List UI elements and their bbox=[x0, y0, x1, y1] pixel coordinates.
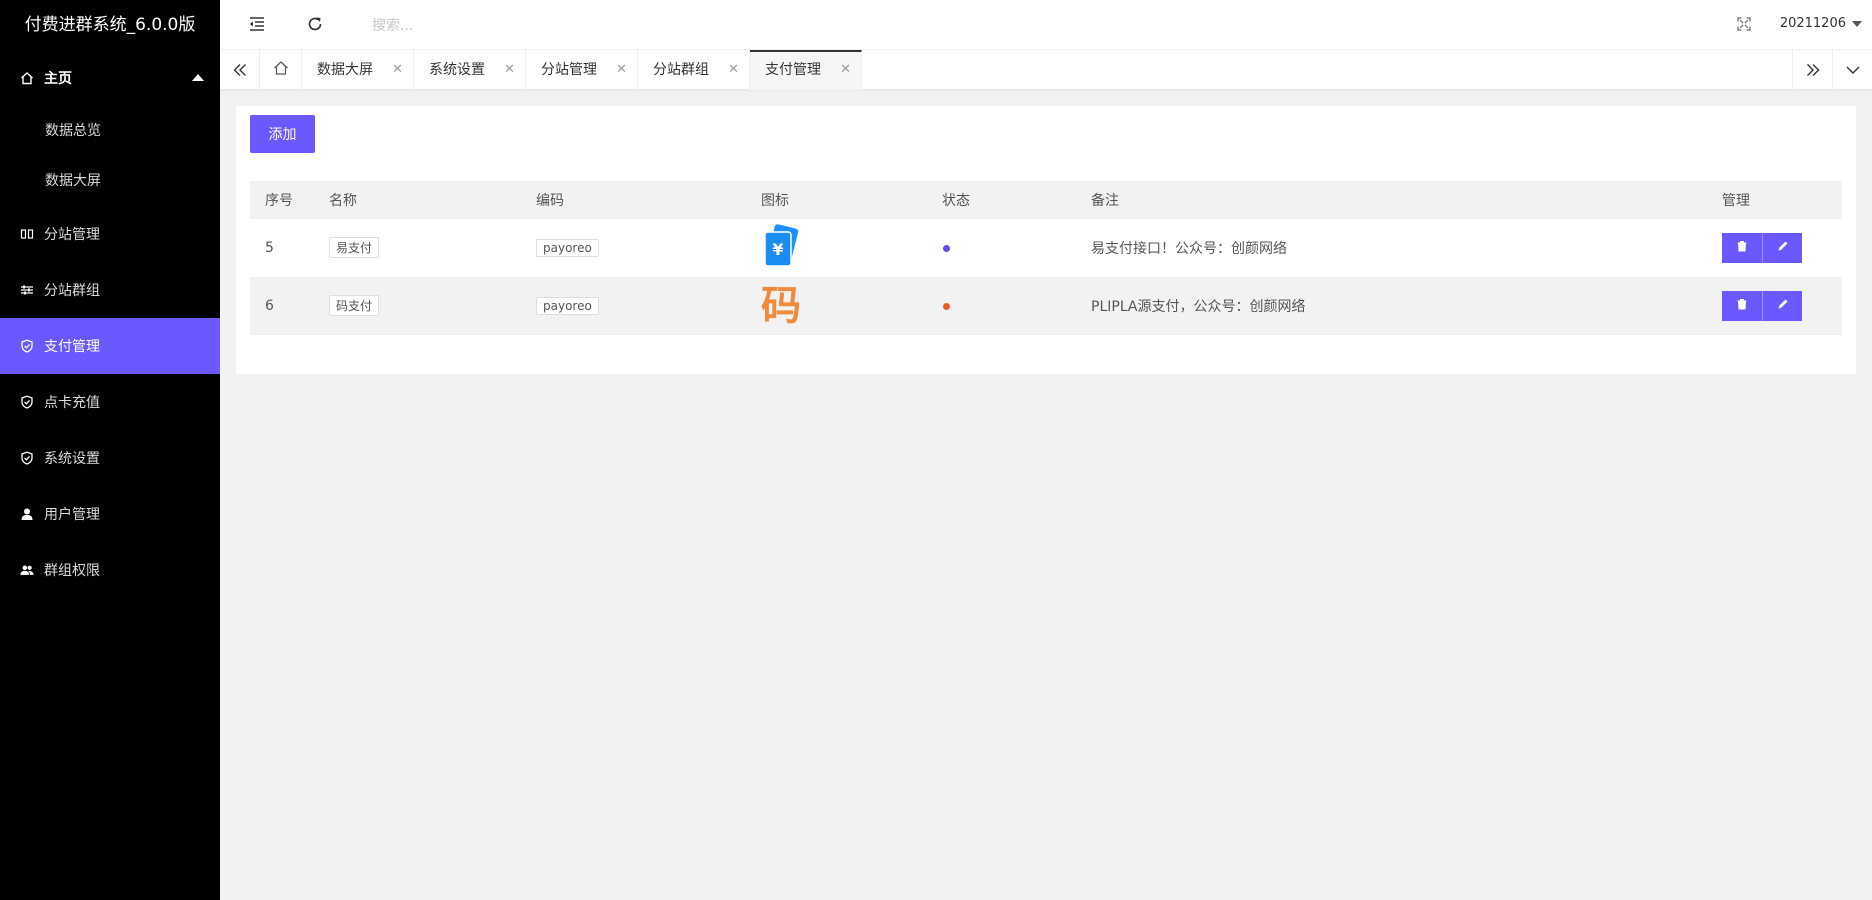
sidebar-item-label: 分站群组 bbox=[44, 283, 100, 299]
columns-icon bbox=[20, 227, 34, 241]
shield-check-icon bbox=[20, 395, 34, 409]
column-header: 序号 bbox=[265, 193, 293, 209]
tabs-scroll-left-icon[interactable] bbox=[220, 50, 260, 90]
edit-button[interactable] bbox=[1762, 232, 1802, 263]
close-icon[interactable]: ✕ bbox=[616, 50, 627, 90]
column-header: 图标 bbox=[761, 193, 789, 209]
pencil-icon bbox=[1777, 298, 1789, 313]
sidebar-item-label: 群组权限 bbox=[44, 563, 100, 579]
tabs: 数据大屏 ✕ 系统设置 ✕ 分站管理 ✕ 分站群组 ✕ 支付管理 ✕ bbox=[260, 50, 862, 90]
sidebar-item-label: 支付管理 bbox=[44, 339, 100, 355]
username: 20211206 bbox=[1779, 16, 1846, 31]
shield-check-icon bbox=[20, 451, 34, 465]
sidebar-item-home[interactable]: 主页 bbox=[0, 50, 220, 106]
pencil-icon bbox=[1777, 240, 1789, 255]
delete-button[interactable] bbox=[1722, 232, 1762, 263]
fullscreen-icon[interactable] bbox=[1737, 17, 1757, 37]
sidebar-item-user-management[interactable]: 用户管理 bbox=[0, 486, 220, 542]
tab-substation-management[interactable]: 分站管理 ✕ bbox=[526, 50, 638, 90]
row-id: 5 bbox=[265, 239, 274, 256]
sidebar: 付费进群系统_6.0.0版 主页 数据总览 数据大屏 分站管理 分站群组 支付管… bbox=[0, 0, 220, 900]
sidebar-item-group-permissions[interactable]: 群组权限 bbox=[0, 542, 220, 598]
table-header: 序号 名称 编码 图标 状态 备注 管理 bbox=[250, 181, 1842, 219]
column-header: 管理 bbox=[1722, 193, 1750, 209]
tab-label: 分站群组 bbox=[653, 62, 709, 78]
row-remark: 易支付接口！公众号：创颜网络 bbox=[1091, 240, 1287, 257]
tab-substation-groups[interactable]: 分站群组 ✕ bbox=[638, 50, 750, 90]
tab-label: 数据大屏 bbox=[317, 62, 373, 78]
content-card: 添加 序号 名称 编码 图标 状态 备注 管理 5 易支付 payoreo ¥ … bbox=[236, 106, 1856, 374]
row-actions bbox=[1722, 232, 1802, 263]
tab-system-settings[interactable]: 系统设置 ✕ bbox=[414, 50, 526, 90]
search-input[interactable] bbox=[372, 14, 652, 38]
chevron-down-icon bbox=[1852, 20, 1862, 27]
sidebar-item-label: 点卡充值 bbox=[44, 395, 100, 411]
menu-collapse-icon[interactable] bbox=[248, 15, 268, 35]
tab-label: 支付管理 bbox=[765, 62, 821, 78]
sidebar-item-substation[interactable]: 分站管理 bbox=[0, 206, 220, 262]
payment-table: 序号 名称 编码 图标 状态 备注 管理 5 易支付 payoreo ¥ 易支付… bbox=[250, 181, 1842, 335]
sidebar-item-label: 主页 bbox=[44, 71, 72, 87]
chevron-up-icon bbox=[192, 74, 204, 81]
top-header: 20211206 bbox=[220, 0, 1872, 50]
sidebar-item-label: 用户管理 bbox=[44, 507, 100, 523]
column-header: 状态 bbox=[942, 193, 970, 209]
svg-text:¥: ¥ bbox=[772, 240, 783, 259]
tab-home[interactable] bbox=[260, 50, 302, 90]
column-header: 编码 bbox=[536, 193, 564, 209]
table-row: 5 易支付 payoreo ¥ 易支付接口！公众号：创颜网络 bbox=[250, 219, 1842, 277]
tab-bar: 数据大屏 ✕ 系统设置 ✕ 分站管理 ✕ 分站群组 ✕ 支付管理 ✕ bbox=[220, 50, 1872, 90]
tabs-dropdown-icon[interactable] bbox=[1832, 50, 1872, 90]
yuan-card-icon: ¥ bbox=[761, 223, 801, 272]
tab-payment-management[interactable]: 支付管理 ✕ bbox=[750, 50, 862, 90]
status-dot bbox=[943, 244, 950, 252]
sidebar-item-label: 分站管理 bbox=[44, 227, 100, 243]
tabs-scroll-right-icon[interactable] bbox=[1792, 50, 1832, 90]
row-id: 6 bbox=[265, 297, 274, 314]
sidebar-item-label: 系统设置 bbox=[44, 451, 100, 467]
close-icon[interactable]: ✕ bbox=[504, 50, 515, 90]
home-icon bbox=[20, 71, 34, 85]
sidebar-item-substation-groups[interactable]: 分站群组 bbox=[0, 262, 220, 318]
code-tag: payoreo bbox=[536, 238, 599, 257]
sidebar-item-card-recharge[interactable]: 点卡充值 bbox=[0, 374, 220, 430]
status-dot bbox=[943, 302, 950, 310]
trash-icon bbox=[1736, 298, 1748, 313]
table-row: 6 码支付 payoreo 码 PLIPLA源支付，公众号：创颜网络 bbox=[250, 277, 1842, 334]
row-remark: PLIPLA源支付，公众号：创颜网络 bbox=[1091, 298, 1306, 315]
sidebar-item-system-settings[interactable]: 系统设置 bbox=[0, 430, 220, 486]
sidebar-subitem-bigscreen[interactable]: 数据大屏 bbox=[0, 156, 220, 206]
user-icon bbox=[20, 507, 34, 521]
close-icon[interactable]: ✕ bbox=[840, 52, 851, 88]
sliders-icon bbox=[20, 283, 34, 297]
code-tag: payoreo bbox=[536, 296, 599, 315]
home-icon bbox=[273, 60, 289, 80]
close-icon[interactable]: ✕ bbox=[392, 50, 403, 90]
ma-logo-icon: 码 bbox=[761, 281, 801, 329]
user-menu[interactable]: 20211206 bbox=[1780, 16, 1862, 31]
close-icon[interactable]: ✕ bbox=[728, 50, 739, 90]
app-title: 付费进群系统_6.0.0版 bbox=[24, 15, 196, 35]
sidebar-item-payment[interactable]: 支付管理 bbox=[0, 318, 220, 374]
tab-label: 分站管理 bbox=[541, 62, 597, 78]
edit-button[interactable] bbox=[1762, 290, 1802, 321]
delete-button[interactable] bbox=[1722, 290, 1762, 321]
sidebar-subitem-overview[interactable]: 数据总览 bbox=[0, 106, 220, 156]
add-button[interactable]: 添加 bbox=[250, 115, 315, 153]
tab-label: 系统设置 bbox=[429, 62, 485, 78]
name-tag: 码支付 bbox=[329, 295, 380, 316]
users-icon bbox=[20, 563, 34, 577]
column-header: 备注 bbox=[1091, 193, 1119, 209]
name-tag: 易支付 bbox=[329, 237, 380, 259]
refresh-icon[interactable] bbox=[306, 15, 326, 35]
shield-check-icon bbox=[20, 339, 34, 353]
column-header: 名称 bbox=[329, 193, 357, 209]
row-actions bbox=[1722, 290, 1802, 321]
tab-data-screen[interactable]: 数据大屏 ✕ bbox=[302, 50, 414, 90]
trash-icon bbox=[1736, 240, 1748, 255]
